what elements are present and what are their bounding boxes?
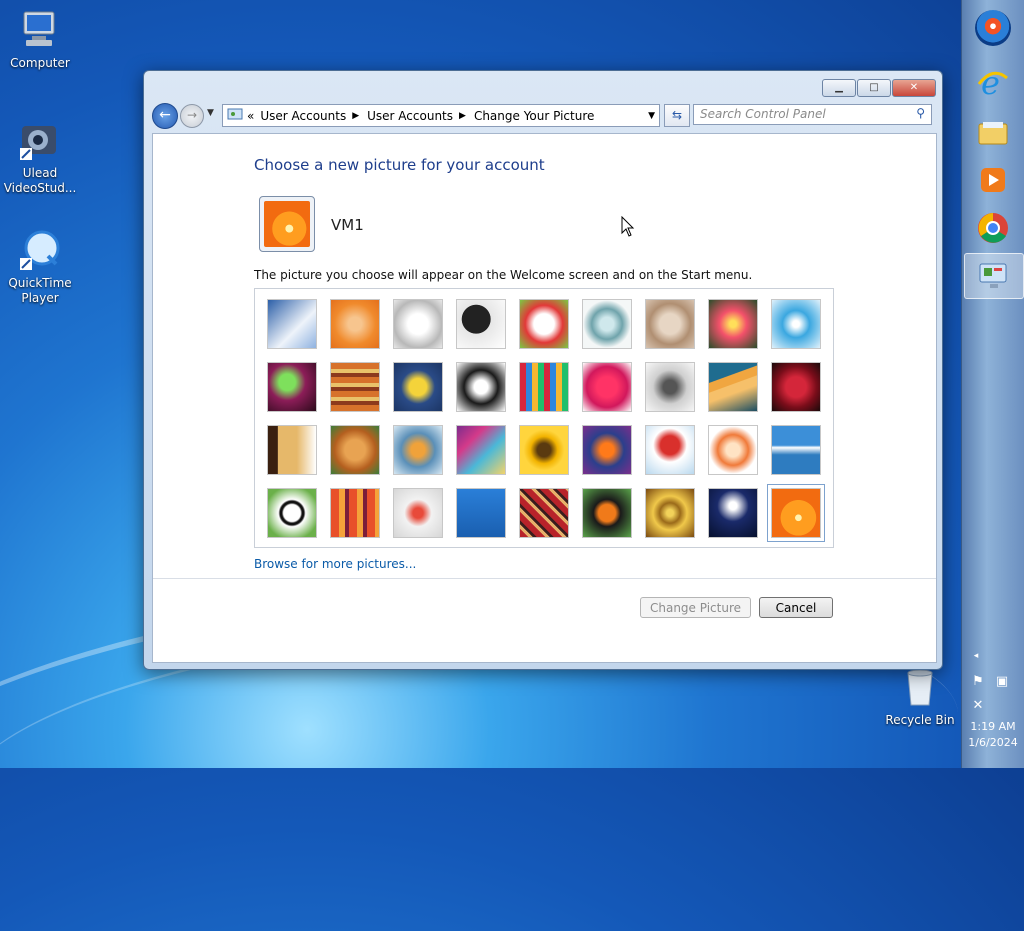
address-dropdown-icon[interactable]: ▼ <box>648 111 655 121</box>
divider <box>153 578 936 579</box>
picture-option-gyroscope[interactable] <box>582 299 632 349</box>
refresh-button[interactable]: ⇆ <box>664 104 690 127</box>
taskbar: e ◂ ⚑ ▣ ✕ 1:19 AM 1/6/2024 <box>961 0 1024 768</box>
navigation-bar: ← → ▼ « User Accounts ▶ User Accounts ▶ … <box>152 103 934 129</box>
computer-icon <box>18 8 62 52</box>
start-button[interactable] <box>975 10 1011 46</box>
file-explorer-icon[interactable] <box>975 114 1011 150</box>
svg-text:e: e <box>981 64 1000 100</box>
picture-option-butterfly[interactable] <box>582 488 632 538</box>
window-controls: ▁ □ ✕ <box>822 79 936 97</box>
picture-option-flower-orange[interactable] <box>767 484 825 542</box>
desktop-icon-quicktime[interactable]: QuickTime Player <box>0 228 80 306</box>
desktop-icon-label: Ulead VideoStud... <box>3 166 77 195</box>
network-icon[interactable]: ▣ <box>994 674 1010 690</box>
picture-option-shell[interactable] <box>645 488 695 538</box>
desktop-icon-computer[interactable]: Computer <box>0 8 80 71</box>
picture-option-sunflower[interactable] <box>519 425 569 475</box>
flower-image <box>264 201 310 247</box>
internet-explorer-icon[interactable]: e <box>975 64 1011 102</box>
picture-option-lighthouse[interactable] <box>708 488 758 538</box>
picture-option-roller-coaster[interactable] <box>267 299 317 349</box>
desktop-icon-label: Computer <box>10 56 70 70</box>
mouse-cursor-icon <box>621 215 635 241</box>
search-placeholder: Search Control Panel <box>700 107 826 121</box>
picture-option-textile[interactable] <box>519 488 569 538</box>
clock-time[interactable]: 1:19 AM <box>962 719 1024 734</box>
control-panel-icon <box>227 106 243 125</box>
desktop-icon-recycle-bin[interactable]: Recycle Bin <box>880 665 960 728</box>
current-user-picture <box>259 196 315 252</box>
breadcrumb-separator-icon[interactable]: ▶ <box>352 111 359 121</box>
recent-pages-dropdown[interactable]: ▼ <box>207 108 214 118</box>
picture-option-pinwheel[interactable] <box>771 299 821 349</box>
picture-grid <box>254 288 834 548</box>
change-picture-window: ▁ □ ✕ ← → ▼ « User Accounts ▶ User Accou… <box>143 70 943 670</box>
back-button[interactable]: ← <box>152 103 178 129</box>
picture-option-character[interactable] <box>708 425 758 475</box>
content-pane: Choose a new picture for your account VM… <box>152 133 937 663</box>
picture-option-crayons[interactable] <box>519 362 569 412</box>
picture-option-crane[interactable] <box>771 362 821 412</box>
desktop-icon-ulead[interactable]: Ulead VideoStud... <box>0 118 80 196</box>
picture-option-dog[interactable] <box>456 362 506 412</box>
picture-option-marbles[interactable] <box>393 488 443 538</box>
action-center-flag-icon[interactable]: ⚑ <box>970 674 986 690</box>
maximize-button[interactable]: □ <box>857 79 891 97</box>
description-text: The picture you choose will appear on th… <box>254 268 753 282</box>
picture-option-window[interactable] <box>456 488 506 538</box>
recycle-bin-icon <box>898 665 942 709</box>
address-bar[interactable]: « User Accounts ▶ User Accounts ▶ Change… <box>222 104 660 127</box>
minimize-button[interactable]: ▁ <box>822 79 856 97</box>
close-button[interactable]: ✕ <box>892 79 936 97</box>
video-camera-icon <box>18 118 62 162</box>
username: VM1 <box>331 216 364 234</box>
desktop-icon-label: QuickTime Player <box>8 276 72 305</box>
volume-muted-icon[interactable]: ✕ <box>970 698 986 714</box>
picture-option-starfish[interactable] <box>330 299 380 349</box>
breadcrumb-item[interactable]: User Accounts <box>367 109 453 123</box>
browse-pictures-link[interactable]: Browse for more pictures... <box>254 557 416 571</box>
picture-option-sailboat[interactable] <box>771 425 821 475</box>
picture-option-lucky-cat[interactable] <box>519 299 569 349</box>
breadcrumb-separator-icon[interactable]: ▶ <box>459 111 466 121</box>
picture-option-puppy[interactable] <box>330 425 380 475</box>
search-icon[interactable]: ⚲ <box>916 106 925 120</box>
picture-option-flower[interactable] <box>708 299 758 349</box>
show-hidden-icons-icon[interactable]: ◂ <box>968 648 984 664</box>
picture-option-scarf[interactable] <box>456 425 506 475</box>
picture-option-record-player[interactable] <box>456 299 506 349</box>
picture-option-stairs[interactable] <box>708 362 758 412</box>
breadcrumb-overflow[interactable]: « <box>247 109 254 123</box>
cancel-button[interactable]: Cancel <box>759 597 833 618</box>
picture-option-guitar[interactable] <box>267 425 317 475</box>
picture-option-kitten[interactable] <box>645 299 695 349</box>
picture-option-robot-dog[interactable] <box>393 299 443 349</box>
clock-date[interactable]: 1/6/2024 <box>962 735 1024 750</box>
chrome-icon[interactable] <box>975 210 1011 246</box>
picture-option-fish[interactable] <box>582 425 632 475</box>
control-panel-taskbar-button[interactable] <box>964 253 1024 299</box>
quicktime-icon <box>18 228 62 272</box>
picture-option-star[interactable] <box>582 362 632 412</box>
breadcrumb-item[interactable]: User Accounts <box>260 109 346 123</box>
picture-option-leaf[interactable] <box>393 362 443 412</box>
picture-option-fabric-stack[interactable] <box>330 362 380 412</box>
desktop-icon-label: Recycle Bin <box>885 713 955 727</box>
search-input[interactable]: Search Control Panel ⚲ <box>693 104 932 125</box>
picture-option-jacks[interactable] <box>645 362 695 412</box>
picture-option-soccer-ball[interactable] <box>267 488 317 538</box>
picture-option-ball[interactable] <box>267 362 317 412</box>
picture-option-fabric[interactable] <box>330 488 380 538</box>
picture-option-balloon[interactable] <box>645 425 695 475</box>
media-player-icon[interactable] <box>975 162 1011 198</box>
breadcrumb-item[interactable]: Change Your Picture <box>474 109 594 123</box>
page-title: Choose a new picture for your account <box>254 156 545 174</box>
picture-option-robot-toy[interactable] <box>393 425 443 475</box>
change-picture-button[interactable]: Change Picture <box>640 597 751 618</box>
forward-button[interactable]: → <box>180 104 204 128</box>
